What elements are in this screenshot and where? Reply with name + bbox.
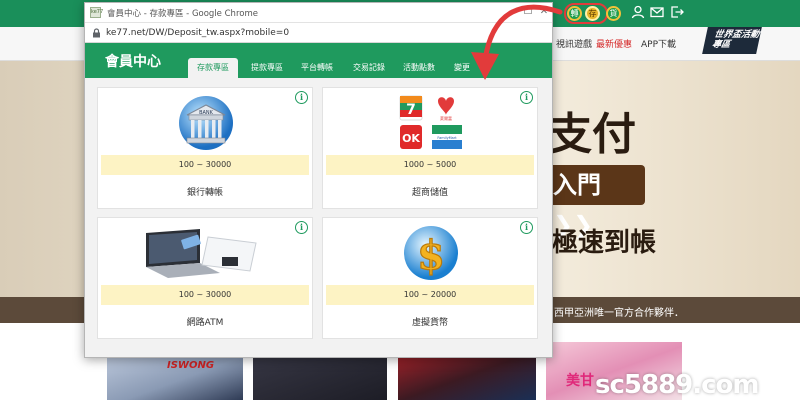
deposit-method-label: 超商儲值 xyxy=(411,188,448,198)
thumb-brand-label: ISWONG xyxy=(167,360,215,371)
bank-sign-text: BANK xyxy=(199,110,214,116)
convenience-store-logos-icon: 7 萊爾富 OK FamilyMart xyxy=(399,95,462,149)
info-icon[interactable]: i xyxy=(295,91,308,104)
deposit-range: 100 ~ 30000 xyxy=(101,155,309,175)
dollar-sign-text: $ xyxy=(417,232,445,279)
mail-icon[interactable] xyxy=(649,5,665,21)
hero-enter-label: 入門 xyxy=(553,171,601,199)
seven-eleven-logo-text: 7 xyxy=(406,102,416,118)
deposit-range: 1000 ~ 5000 xyxy=(326,155,534,175)
deposit-card-bank-transfer[interactable]: i BANK 100 ~ 30000 銀行轉帳 xyxy=(97,87,313,209)
hero-fast-text: 極速到帳 xyxy=(552,228,657,258)
user-icon[interactable] xyxy=(630,5,646,21)
tab-deposit[interactable]: 存款專區 xyxy=(188,58,238,78)
hilife-logo-text: 萊爾富 xyxy=(440,115,452,121)
watermark-text: sc5889.com xyxy=(595,370,759,400)
deposit-card-convenience-store[interactable]: i 7 萊爾富 OK FamilyMart 1000 ~ 5000 超商儲值 xyxy=(322,87,538,209)
annotation-arrow-icon xyxy=(471,4,563,80)
tab-activity-points[interactable]: 活動點數 xyxy=(394,58,444,78)
window-title: 會員中心 - 存款專區 - Google Chrome xyxy=(107,9,258,19)
thumb-brand-label: 美甘 xyxy=(566,373,594,389)
favicon-icon: ke77 xyxy=(90,7,103,18)
ok-mart-logo-text: OK xyxy=(402,132,420,145)
partner-text: 西甲亞洲唯一官方合作夥伴． xyxy=(554,308,684,319)
deposit-method-label: 銀行轉帳 xyxy=(186,188,223,198)
nav-app-download[interactable]: APP下載 xyxy=(641,37,676,50)
info-icon[interactable]: i xyxy=(520,221,533,234)
hero-enter-button[interactable]: 入門 ❯❯ xyxy=(553,165,645,239)
url-text[interactable]: ke77.net/DW/Deposit_tw.aspx?mobile=0 xyxy=(106,28,289,38)
tab-transaction-records[interactable]: 交易記錄 xyxy=(344,58,394,78)
tab-platform-transfer[interactable]: 平台轉帳 xyxy=(292,58,342,78)
deposit-method-label: 虛擬貨幣 xyxy=(411,318,448,328)
deposit-coin-icon[interactable]: 存 xyxy=(585,6,600,21)
dollar-coin-icon: $ xyxy=(404,226,458,280)
deposit-card-web-atm[interactable]: i 100 ~ 30000 網路ATM xyxy=(97,217,313,339)
world-cup-promo-badge[interactable]: 世界盃活動專區 xyxy=(702,27,762,54)
deposit-card-virtual-currency[interactable]: i $ 100 ~ 20000 虛擬貨幣 xyxy=(322,217,538,339)
balance-coin-icon[interactable]: 貨 xyxy=(606,6,621,21)
info-icon[interactable]: i xyxy=(295,221,308,234)
familymart-logo-text: FamilyMart xyxy=(437,136,457,140)
laptop-card-reader-icon xyxy=(146,229,257,278)
nav-promotions[interactable]: 最新優惠 xyxy=(596,37,632,50)
logout-icon[interactable] xyxy=(669,5,685,21)
hero-pay-text: 支付 xyxy=(548,109,636,160)
deposit-range: 100 ~ 20000 xyxy=(326,285,534,305)
tab-withdraw[interactable]: 提款專區 xyxy=(242,58,292,78)
lock-icon xyxy=(93,28,100,38)
deposit-method-label: 網路ATM xyxy=(186,318,224,328)
member-center-title: 會員中心 xyxy=(105,54,161,70)
bank-icon: BANK xyxy=(179,96,233,150)
deposit-range: 100 ~ 30000 xyxy=(101,285,309,305)
